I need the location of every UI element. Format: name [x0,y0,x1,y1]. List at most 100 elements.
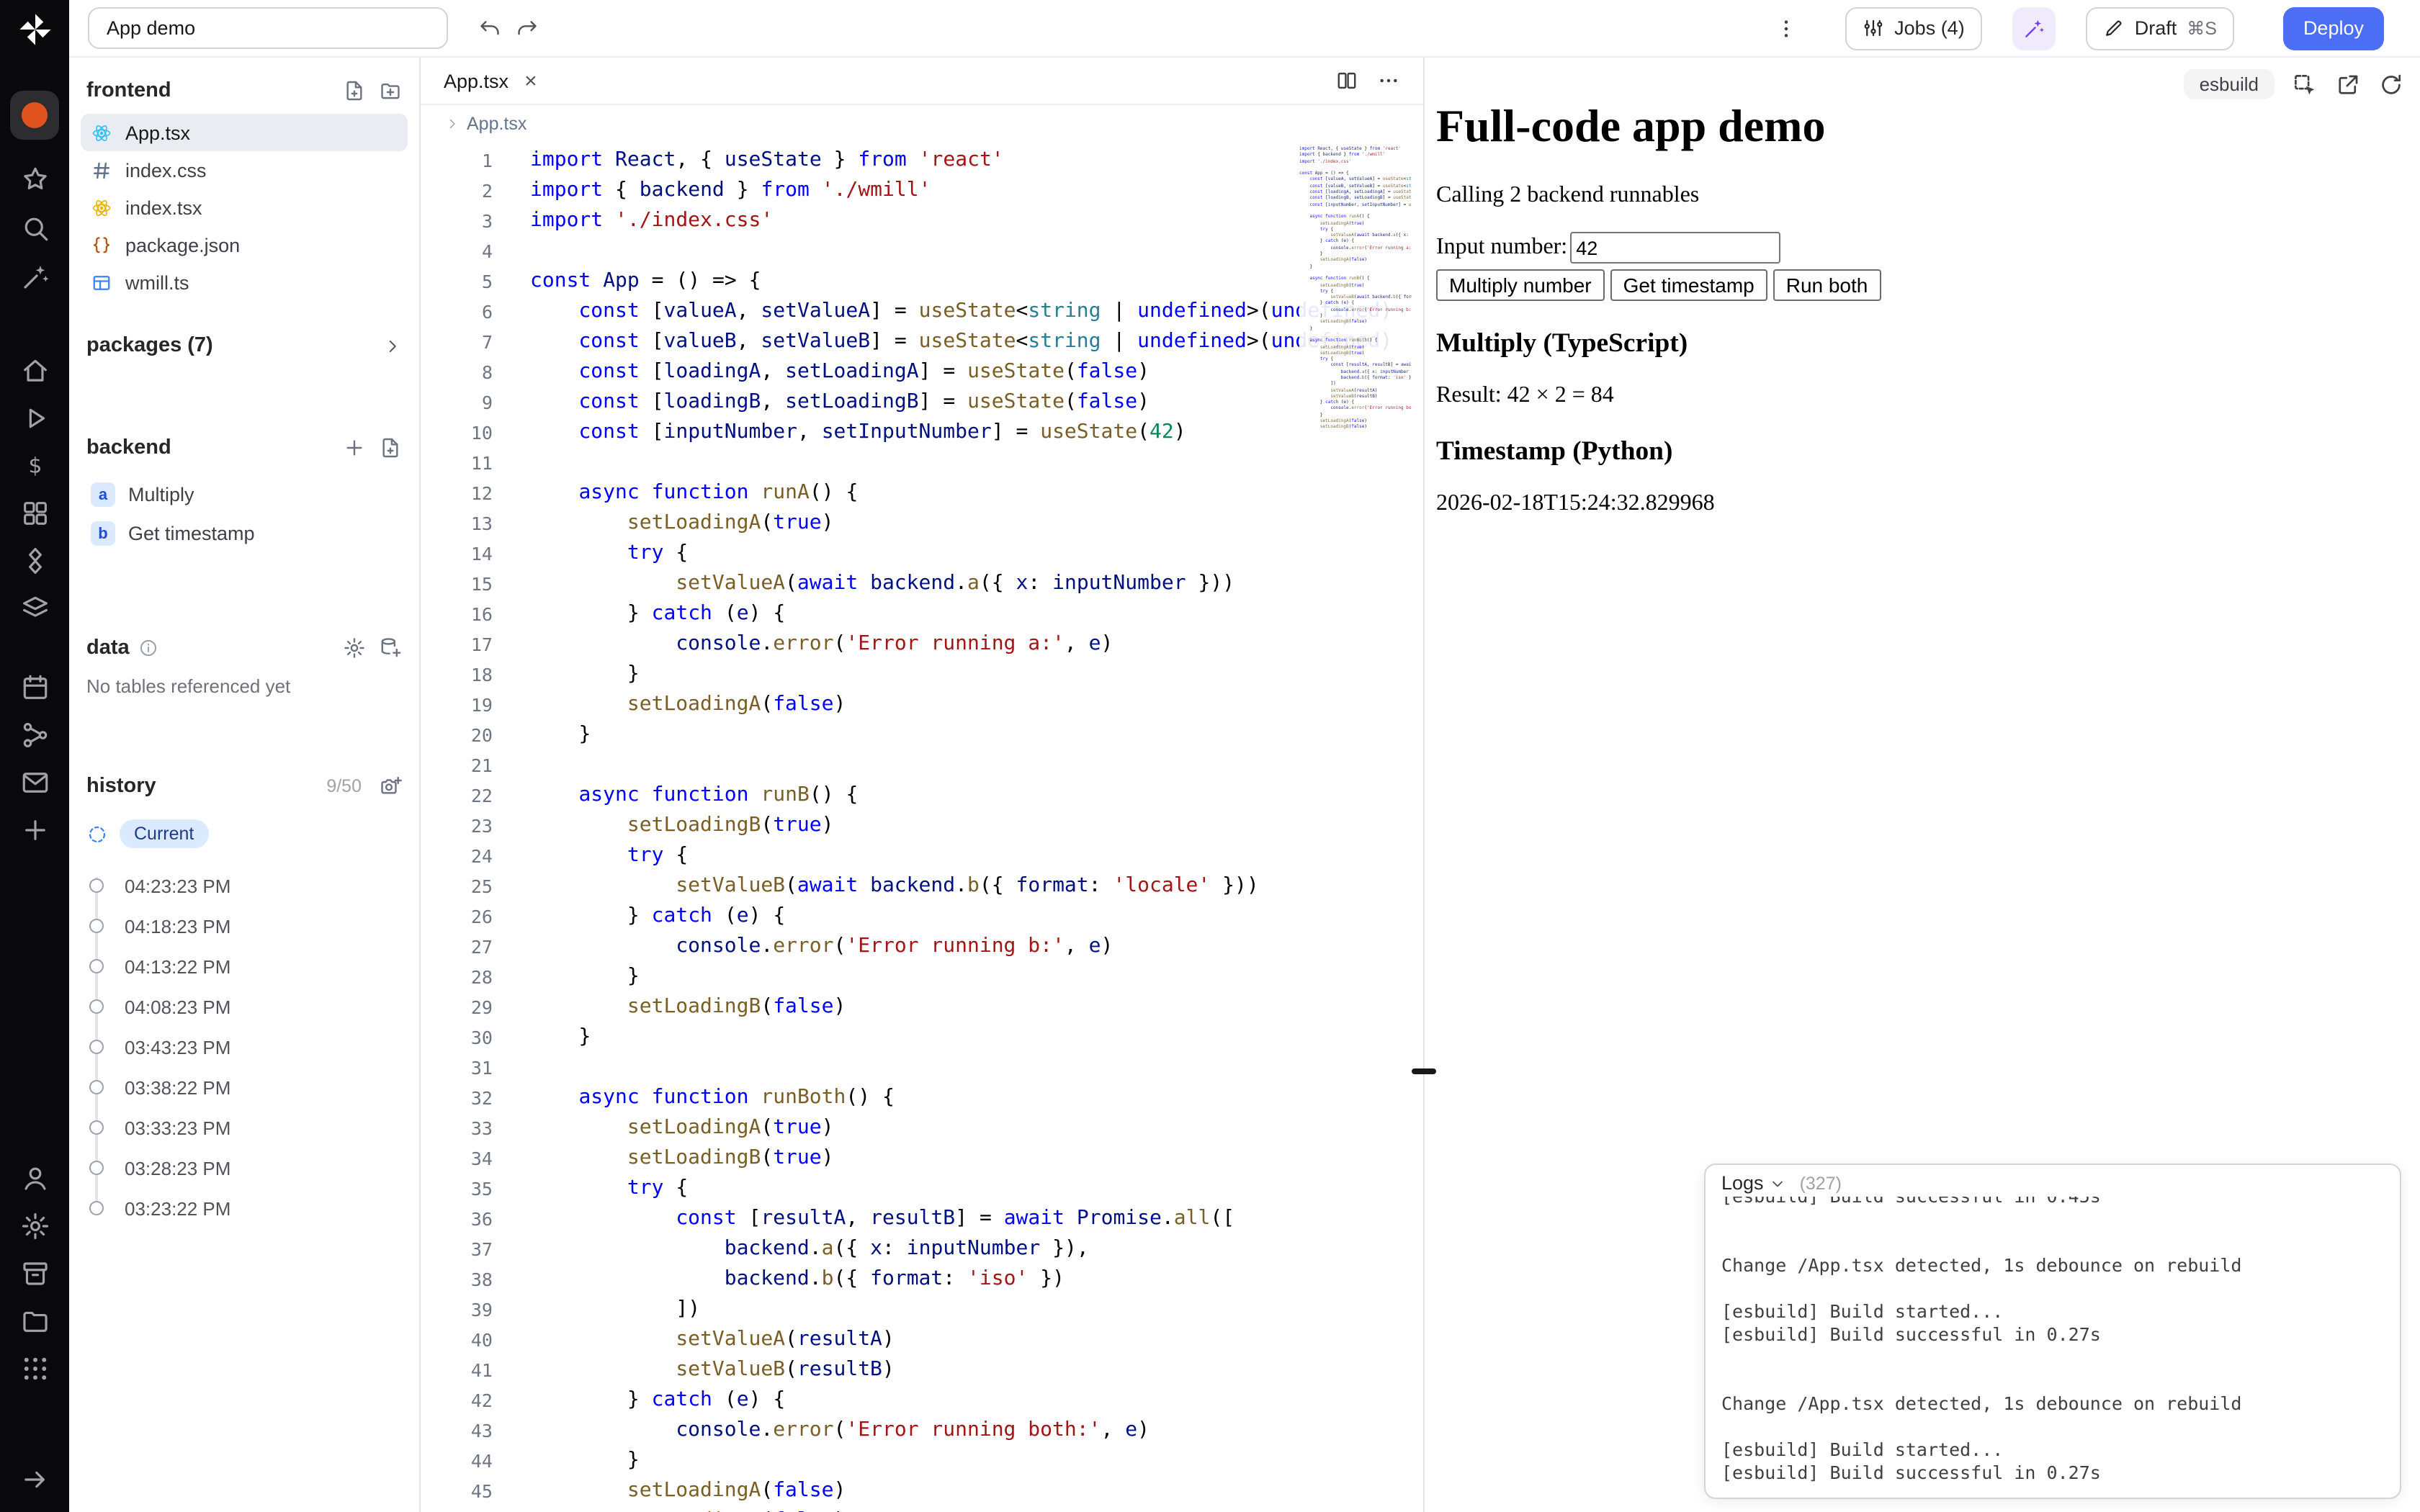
history-timestamp: 03:38:22 PM [125,1076,230,1098]
home-icon[interactable] [19,356,50,386]
packages-row[interactable]: packages (7) [81,327,408,364]
deploy-button[interactable]: Deploy [2283,6,2384,50]
add-runnable-icon[interactable] [343,436,366,459]
file-item-package-json[interactable]: package.json [81,226,408,264]
runnable-label: Multiply [128,484,194,505]
inspect-icon[interactable] [2292,71,2318,97]
windmill-logo[interactable] [15,10,54,49]
snapshot-icon[interactable] [379,775,402,798]
history-entry[interactable]: 03:33:23 PM [86,1107,408,1148]
new-folder-icon[interactable] [379,79,402,102]
triggers-icon[interactable] [19,546,50,576]
run-both-button[interactable]: Run both [1773,269,1881,301]
refresh-icon[interactable] [2378,71,2404,97]
logs-output[interactable]: [esbuild] Build successful in 0.45s Chan… [1706,1197,2400,1498]
file-item-app-tsx[interactable]: App.tsx [81,114,408,151]
settings-icon[interactable] [19,1211,50,1241]
draft-shortcut: ⌘S [2187,17,2217,39]
close-tab-icon[interactable]: × [524,70,537,91]
history-timestamp: 04:08:23 PM [125,996,230,1017]
log-line: [esbuild] Build successful in 0.27s [1721,1323,2384,1346]
kebab-menu-icon [1775,17,1798,40]
file-name: index.css [125,159,207,181]
draft-button[interactable]: Draft ⌘S [2086,6,2234,50]
pane-resize-handle[interactable] [1412,1068,1436,1074]
history-entry[interactable]: 03:28:23 PM [86,1148,408,1188]
number-input[interactable] [1570,232,1780,264]
add-table-icon[interactable] [379,636,402,660]
info-icon[interactable] [138,638,158,658]
search-icon[interactable] [19,213,50,243]
code-content[interactable]: import React, { useState } from 'react'i… [530,145,1423,1512]
new-file-icon[interactable] [343,79,366,102]
more-menu-button[interactable] [1767,9,1805,47]
minimap[interactable]: import React, { useState } from 'react'i… [1299,145,1412,1512]
create-icon[interactable] [19,815,50,845]
open-external-icon[interactable] [2335,71,2361,97]
history-entry[interactable]: 03:43:23 PM [86,1027,408,1067]
star-icon[interactable] [19,164,50,194]
logs-title[interactable]: Logs [1721,1172,1764,1194]
app-icon[interactable] [10,91,59,140]
topbar-right: Jobs (4) Draft ⌘S Deploy [1767,6,2384,50]
code-editor: App.tsx × App.tsx 1234567891011121314151… [421,58,1423,1512]
braces-icon [91,234,112,256]
history-dot-icon [89,1201,103,1215]
file-item-index-css[interactable]: index.css [81,151,408,189]
redo-button[interactable] [508,9,546,47]
tab-app-tsx[interactable]: App.tsx × [444,70,537,91]
split-editor-icon[interactable] [1335,69,1358,92]
app-name-input[interactable] [88,7,448,49]
history-entry[interactable]: 03:23:22 PM [86,1188,408,1228]
history-entry[interactable]: 03:38:22 PM [86,1067,408,1107]
history-entry[interactable]: 04:18:23 PM [86,906,408,946]
runnable-multiply[interactable]: aMultiply [81,475,408,514]
wand-icon[interactable] [19,262,50,292]
history-timestamp: 03:28:23 PM [125,1157,230,1179]
runnable-get-timestamp[interactable]: bGet timestamp [81,514,408,553]
variables-icon[interactable]: $ [19,451,50,481]
data-section-title: data [86,636,130,660]
new-script-icon[interactable] [379,436,402,459]
content: frontend App.tsxindex.cssindex.tsxpackag… [69,58,2420,1512]
undo-button[interactable] [471,9,508,47]
user-icon[interactable] [19,1164,50,1194]
main-area: Jobs (4) Draft ⌘S Deploy frontend [69,0,2420,1512]
file-item-index-tsx[interactable]: index.tsx [81,189,408,226]
history-entry[interactable]: 04:13:22 PM [86,946,408,986]
file-name: index.tsx [125,197,202,218]
history-section-title: history [86,775,156,798]
runnable-label: Get timestamp [128,523,255,544]
apps-icon[interactable] [19,593,50,624]
timestamp-section-title: Timestamp (Python) [1436,436,2408,468]
multiply-number-button[interactable]: Multiply number [1436,269,1605,301]
editor-more-icon[interactable] [1377,69,1400,92]
collapse-icon[interactable] [19,1464,50,1495]
runs-icon[interactable] [19,403,50,433]
workspace-icon[interactable] [19,1259,50,1289]
breadcrumb[interactable]: App.tsx [421,105,1423,141]
file-item-wmill-ts[interactable]: wmill.ts [81,264,408,301]
resources-icon[interactable] [19,498,50,528]
get-timestamp-button[interactable]: Get timestamp [1610,269,1767,301]
data-settings-icon[interactable] [343,636,366,660]
react-icon [91,122,112,143]
log-line: Change /App.tsx detected, 1s debounce on… [1721,1254,2384,1277]
history-entry[interactable]: 04:23:23 PM [86,865,408,906]
jobs-button[interactable]: Jobs (4) [1845,6,1982,50]
menu-grid-icon[interactable] [19,1354,50,1384]
log-line [1721,1346,2384,1369]
schedules-icon[interactable] [19,672,50,703]
messages-icon[interactable] [19,768,50,798]
history-entry[interactable]: 04:08:23 PM [86,986,408,1027]
chevron-down-icon[interactable] [1770,1174,1787,1192]
current-version-badge[interactable]: Current [120,819,208,848]
multiply-result: Result: 42 × 2 = 84 [1436,383,2408,409]
history-timestamp: 04:13:22 PM [125,955,230,977]
flows-icon[interactable] [19,720,50,750]
history-count: 9/50 [326,776,362,796]
log-line [1721,1231,2384,1254]
ai-wand-button[interactable] [2012,6,2056,50]
folders-icon[interactable] [19,1306,50,1336]
sliders-icon [1863,17,1884,39]
